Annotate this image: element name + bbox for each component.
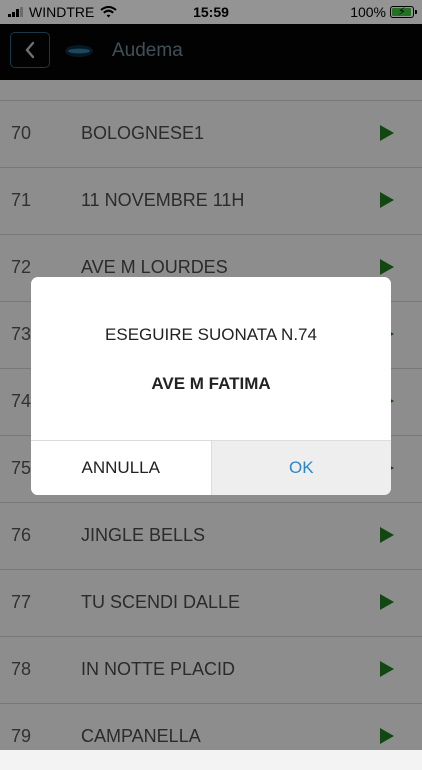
- dialog-message: ESEGUIRE SUONATA N.74: [105, 325, 317, 344]
- ok-button[interactable]: OK: [211, 441, 391, 495]
- dialog-song-title: AVE M FATIMA: [151, 374, 271, 393]
- dialog-actions: ANNULLA OK: [31, 440, 391, 495]
- confirm-dialog: ESEGUIRE SUONATA N.74 AVE M FATIMA ANNUL…: [31, 277, 391, 495]
- cancel-button[interactable]: ANNULLA: [31, 441, 212, 495]
